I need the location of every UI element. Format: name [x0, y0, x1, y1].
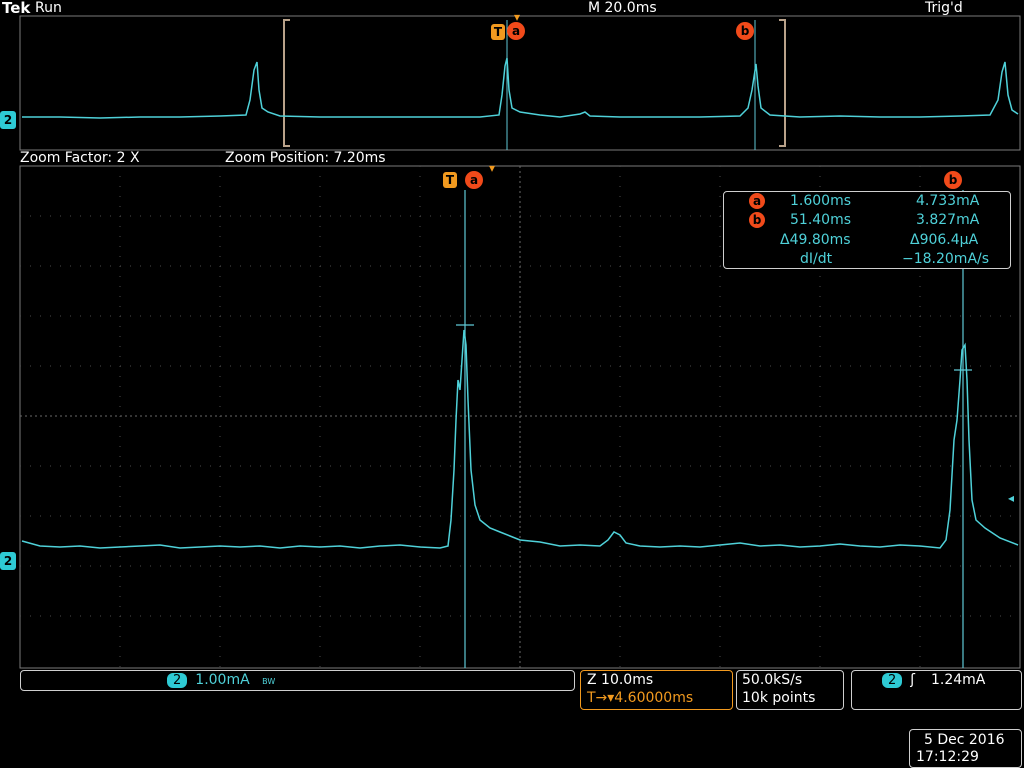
channel-2-ground-marker[interactable]: 2	[0, 552, 16, 570]
overview-trigger-position-icon: ▾	[514, 10, 521, 24]
scope-display	[19, 15, 1021, 669]
readout-b-value: 3.827mA	[916, 212, 980, 228]
rising-edge-icon: ʃ	[910, 672, 915, 688]
bandwidth-limit-icon: BW	[262, 677, 276, 686]
overview-channel-2-marker[interactable]: 2	[0, 111, 16, 129]
trigger-channel-badge: 2	[882, 673, 903, 688]
date: 5 Dec 2016	[924, 732, 1005, 748]
readout-a-icon: a	[749, 193, 765, 209]
trigger-panel[interactable]: 2 ʃ 1.24mA	[851, 670, 1022, 710]
zoom-bracket-right	[779, 19, 786, 147]
acquisition-panel[interactable]: 50.0kS/s 10k points	[736, 670, 844, 710]
datetime-panel: 5 Dec 2016 17:12:29	[909, 729, 1022, 768]
sample-rate: 50.0kS/s	[742, 672, 803, 688]
cursor-a-marker[interactable]: a	[465, 171, 483, 189]
trigger-settings: 2 ʃ 1.24mA	[882, 672, 985, 688]
trigger-level: 1.24mA	[930, 672, 986, 688]
trigger-marker[interactable]: T	[443, 172, 457, 188]
readout-b-icon: b	[749, 212, 765, 228]
horizontal-settings-panel[interactable]: Z 10.0ms T→▾4.60000ms	[580, 670, 733, 710]
cursor-b-marker[interactable]: b	[944, 171, 962, 189]
zoom-factor: Zoom Factor: 2 X	[20, 150, 140, 166]
readout-didt-value: −18.20mA/s	[902, 251, 990, 267]
channel-scale: 1.00mA	[195, 672, 250, 688]
readout-didt-label: dI/dt	[800, 251, 833, 267]
readout-b-time: 51.40ms	[790, 212, 852, 228]
zoom-scale: Z 10.0ms	[587, 672, 654, 688]
readout-delta-value: Δ906.4µA	[910, 232, 979, 248]
trigger-position-icon: ▾	[489, 161, 496, 175]
readout-a-time: 1.600ms	[790, 193, 852, 209]
record-length: 10k points	[742, 690, 816, 706]
channel-2-badge: 2	[167, 673, 188, 688]
zoom-bracket-left	[283, 19, 290, 147]
readout-delta-time: Δ49.80ms	[780, 232, 851, 248]
trigger-delay: T→▾4.60000ms	[587, 690, 694, 706]
time: 17:12:29	[916, 749, 979, 765]
overview-trigger-marker[interactable]: T	[491, 24, 505, 40]
trigger-level-icon[interactable]: ◂	[1008, 490, 1014, 506]
cursor-readout-panel: a 1.600ms 4.733mA b 51.40ms 3.827mA Δ49.…	[723, 191, 1011, 269]
overview-cursor-b-marker[interactable]: b	[736, 22, 754, 40]
channel-settings-bar[interactable]: 2 1.00mA BW	[20, 670, 575, 691]
channel-scale-group: 2 1.00mA BW	[167, 672, 275, 690]
zoom-position: Zoom Position: 7.20ms	[225, 150, 386, 166]
readout-a-value: 4.733mA	[916, 193, 980, 209]
overview-trace	[22, 57, 1019, 119]
